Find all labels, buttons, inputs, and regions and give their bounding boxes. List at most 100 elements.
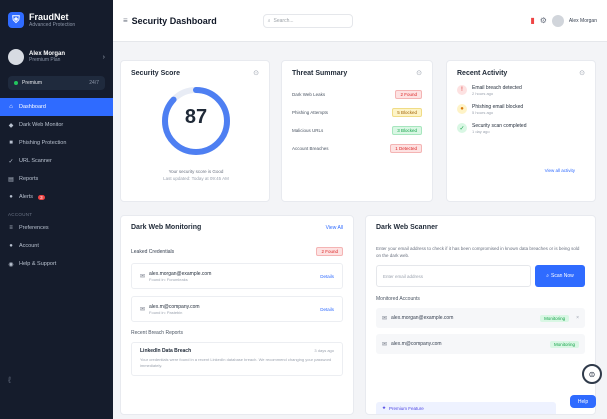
shield-logo-icon: ⛨ [8, 12, 24, 28]
activity-item[interactable]: ✓ Security scan completed 1 day ago [447, 123, 595, 134]
info-icon[interactable]: ⊙ [416, 69, 422, 77]
sidebar-item-account[interactable]: ● Account [0, 237, 113, 255]
view-all-link[interactable]: View All [326, 225, 343, 231]
sliders-icon: ≡ [9, 225, 13, 231]
app-name: FraudNet [29, 12, 69, 22]
remove-icon[interactable]: × [576, 315, 579, 321]
activity-time: 2 hours ago [472, 91, 494, 96]
sidebar-item-label: Dark Web Monitor [19, 122, 64, 128]
sidebar-section-label: ACCOUNT [8, 212, 33, 217]
card-title: Dark Web Monitoring [131, 224, 202, 231]
mail-icon: ✉ [140, 306, 146, 313]
user-profile[interactable]: Alex Morgan Premium Plan › [0, 40, 113, 74]
user-plan: Premium Plan [29, 57, 61, 63]
mail-icon: ✉ [382, 315, 388, 322]
scanner-description: Enter your email address to check if it … [376, 246, 580, 258]
security-score-value: 87 [184, 106, 208, 128]
credential-email: alex.morgan@example.com [149, 270, 212, 277]
report-title: LinkedIn Data Breach [140, 348, 192, 354]
user-icon: ● [9, 243, 13, 249]
chat-icon[interactable]: ⊜ [582, 364, 602, 384]
threat-label: Phishing Attempts [292, 109, 329, 115]
page-title: Security Dashboard [131, 15, 217, 26]
notification-bell-icon[interactable]: ▮ [530, 16, 534, 25]
premium-label: Premium Feature [389, 405, 424, 411]
topbar-username[interactable]: Alex Morgan [569, 18, 597, 24]
scan-now-button[interactable]: ⌕ Scan Now [535, 265, 585, 287]
dark-web-monitoring-card: Dark Web Monitoring View All Leaked Cred… [120, 215, 354, 415]
threat-row-account-breaches: Account Breaches 1 Detected [282, 139, 432, 157]
breach-reports-label: Recent Breach Reports [131, 330, 183, 336]
status-dot-icon [14, 81, 18, 85]
sidebar-item-phishing-protection[interactable]: ■ Phishing Protection [0, 134, 113, 152]
sidebar-item-label: Reports [19, 176, 39, 182]
sidebar-item-label: Preferences [19, 225, 49, 231]
sidebar-item-dashboard[interactable]: ⌂ Dashboard [0, 98, 113, 116]
sidebar: ⛨ FraudNet Advanced Protection Alex Morg… [0, 0, 113, 419]
plan-status-label: Premium [22, 80, 43, 86]
info-icon[interactable]: ⊙ [253, 69, 259, 77]
activity-item[interactable]: ! Email breach detected 2 hours ago [447, 85, 595, 96]
sidebar-item-help-support[interactable]: ◉ Help & Support [0, 255, 113, 273]
details-link[interactable]: Details [320, 274, 334, 279]
email-field[interactable]: Enter email address [376, 265, 531, 287]
help-icon: ◉ [8, 261, 14, 268]
details-link[interactable]: Details [320, 307, 334, 312]
search-icon: ⌕ [267, 17, 271, 24]
help-button[interactable]: Help [570, 395, 596, 408]
bell-icon: ● [9, 194, 13, 200]
status-badge: 3 Blocked [392, 125, 422, 135]
menu-icon[interactable]: ≡ [123, 16, 128, 25]
fingerprint-icon: ℓ [8, 375, 11, 385]
check-icon: ✓ [457, 123, 467, 133]
monitored-account: ✉ alex.morgan@example.com Monitoring × [376, 308, 585, 328]
alerts-count-badge: 3 [38, 194, 45, 200]
monitored-email: alex.morgan@example.com [391, 315, 454, 321]
sidebar-item-url-scanner[interactable]: ✓ URL Scanner [0, 152, 113, 170]
threat-label: Dark Web Leaks [292, 91, 326, 97]
sidebar-item-alerts[interactable]: ● Alerts 3 [0, 188, 113, 206]
activity-item[interactable]: ● Phishing email blocked 5 hours ago [447, 104, 595, 115]
search-input[interactable]: ⌕ Search... [262, 13, 353, 28]
breach-report[interactable]: LinkedIn Data Breach 3 days ago Your cre… [131, 342, 343, 376]
sidebar-item-reports[interactable]: ▤ Reports [0, 170, 113, 188]
search-placeholder: Search... [273, 17, 294, 24]
sidebar-item-preferences[interactable]: ≡ Preferences [0, 219, 113, 237]
premium-feature-banner[interactable]: ★ Premium Feature [376, 402, 556, 414]
card-title: Threat Summary [292, 69, 348, 77]
threat-row-dark-web-leaks: Dark Web Leaks 2 Found [282, 85, 432, 103]
monitored-account: ✉ alex.m@company.com Monitoring [376, 334, 585, 354]
shield-icon: ◆ [8, 122, 14, 129]
gear-icon[interactable]: ⚙ [540, 16, 547, 25]
info-icon[interactable]: ⊙ [579, 69, 585, 77]
status-badge: Monitoring [540, 314, 570, 322]
plan-status-value: 24/7 [89, 80, 99, 86]
threat-row-phishing-attempts: Phishing Attempts 5 Blocked [282, 103, 432, 121]
credential-source: Found in: Forumleaks [149, 276, 188, 282]
threat-summary-card: Threat Summary ⊙ Dark Web Leaks 2 Found … [281, 60, 433, 202]
chevron-right-icon[interactable]: › [103, 54, 105, 61]
sidebar-item-label: Dashboard [19, 104, 46, 110]
sidebar-item-label: Alerts [19, 194, 34, 200]
status-badge: 5 Blocked [392, 107, 422, 117]
sidebar-item-label: Phishing Protection [19, 140, 67, 146]
leaked-credentials-label: Leaked Credentials [131, 248, 175, 255]
status-badge: 1 Detected [390, 143, 422, 153]
credential-email: alex.m@company.com [149, 303, 200, 310]
app-logo[interactable]: ⛨ FraudNet Advanced Protection [0, 0, 113, 40]
view-all-activity-link[interactable]: View all activity [545, 168, 575, 173]
avatar[interactable] [551, 14, 564, 27]
score-status-text: Your security score is Good [168, 169, 224, 174]
top-bar: ≡ Security Dashboard ⌕ Search... ▮ ⚙ Ale… [113, 0, 607, 42]
plan-status: Premium 24/7 [8, 76, 105, 90]
mail-icon: ✉ [140, 273, 146, 280]
credential-item: ✉ alex.m@company.com Found in: Pastebin … [131, 296, 343, 322]
sidebar-item-label: Help & Support [19, 261, 57, 267]
search-icon: ⌕ [546, 273, 549, 279]
home-icon: ⌂ [9, 104, 13, 110]
activity-time: 1 day ago [472, 129, 490, 134]
report-time: 3 days ago [314, 348, 334, 353]
scan-button-label: Scan Now [551, 273, 574, 279]
status-badge: Monitoring [549, 340, 579, 348]
sidebar-item-dark-web-monitor[interactable]: ◆ Dark Web Monitor [0, 116, 113, 134]
